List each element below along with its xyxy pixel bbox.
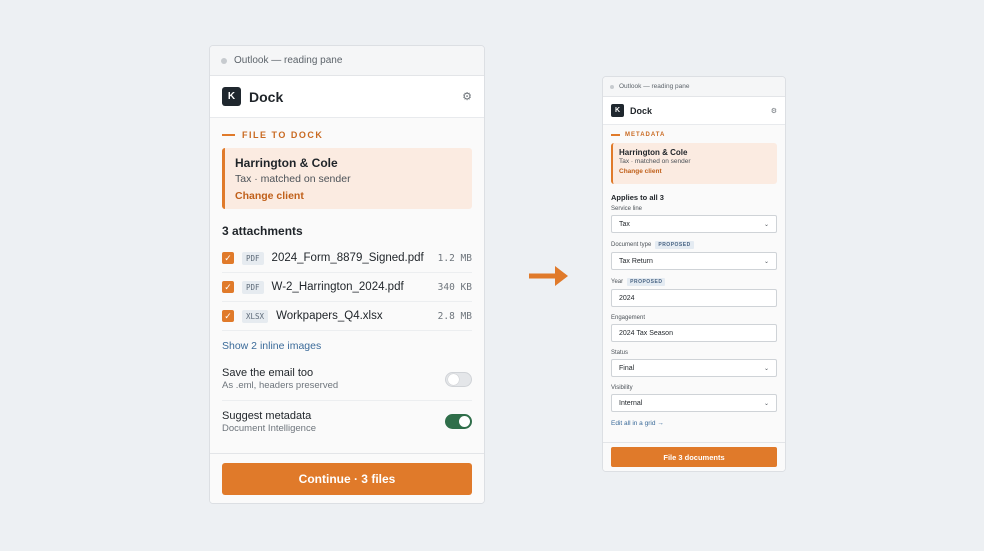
document-type-label: Document type PROPOSED — [611, 241, 777, 249]
panel-header: K Dock ⚙ — [210, 76, 484, 118]
client-name: Harrington & Cole — [619, 148, 688, 157]
attachment-row[interactable]: ✓ PDF 2024_Form_8879_Signed.pdf 1.2 MB — [222, 244, 472, 273]
field-label-text: Status — [611, 350, 629, 356]
file-documents-button[interactable]: File 3 documents — [611, 447, 777, 467]
toggle-subtitle: Document Intelligence — [222, 422, 316, 434]
toggle-knob — [459, 416, 470, 427]
panel-footer: File 3 documents — [603, 442, 785, 471]
visibility-label: Visibility — [611, 385, 777, 391]
dock-panel-metadata: Outlook — reading pane K Dock ⚙ METADATA… — [602, 76, 786, 472]
engagement-label: Engagement — [611, 315, 777, 321]
select-value: Internal — [619, 399, 643, 407]
panel-header: K Dock ⚙ — [603, 97, 785, 125]
attachments-title: 3 attachments — [222, 224, 303, 238]
window-dot-icon — [221, 57, 227, 64]
applies-to-all-heading: Applies to all 3 — [611, 193, 664, 202]
field-label-text: Engagement — [611, 315, 646, 321]
suggest-metadata-toggle-row: Suggest metadata Document Intelligence — [222, 400, 472, 442]
year-input[interactable]: 2024 — [611, 289, 777, 307]
field-label-text: Year — [611, 279, 624, 285]
panel-content: FILE TO DOCK Harrington & Cole Tax · mat… — [210, 118, 484, 503]
arrow-right-icon — [529, 266, 568, 286]
panel-footer: Continue · 3 files — [210, 453, 484, 503]
chrome-title: Outlook — reading pane — [619, 83, 690, 90]
file-name: 2024_Form_8879_Signed.pdf — [271, 252, 424, 264]
file-size: 2.8 MB — [437, 310, 472, 322]
status-select[interactable]: Final ⌄ — [611, 359, 777, 377]
dock-logo: K — [222, 87, 241, 106]
file-name: Workpapers_Q4.xlsx — [276, 310, 383, 322]
continue-button[interactable]: Continue · 3 files — [222, 463, 472, 495]
show-inline-images-link[interactable]: Show 2 inline images — [222, 340, 472, 352]
checkbox-checked-icon[interactable]: ✓ — [222, 281, 234, 293]
change-client-link[interactable]: Change client — [235, 190, 462, 202]
suggest-metadata-toggle[interactable] — [445, 414, 472, 429]
chrome-title: Outlook — reading pane — [234, 55, 343, 66]
service-line-label: Service line — [611, 206, 777, 212]
file-type-badge: XLSX — [242, 309, 269, 323]
select-value: Tax — [619, 220, 630, 228]
brand-name: Dock — [249, 88, 284, 105]
toggle-subtitle: As .eml, headers preserved — [222, 380, 339, 391]
checkbox-checked-icon[interactable]: ✓ — [222, 310, 234, 322]
change-client-link[interactable]: Change client — [619, 168, 771, 175]
window-dot-icon — [610, 84, 614, 89]
client-name: Harrington & Cole — [235, 156, 338, 170]
toggle-title: Save the email too — [222, 367, 314, 379]
field-label-text: Service line — [611, 206, 643, 212]
brand-name: Dock — [630, 105, 653, 116]
attachment-row[interactable]: ✓ XLSX Workpapers_Q4.xlsx 2.8 MB — [222, 302, 472, 331]
service-line-select[interactable]: Tax ⌄ — [611, 215, 777, 233]
panel-content: METADATA Harrington & Cole Tax · matched… — [603, 125, 785, 471]
input-value: 2024 Tax Season — [619, 329, 673, 337]
file-type-badge: PDF — [242, 280, 264, 294]
gear-icon[interactable]: ⚙ — [462, 90, 472, 103]
checkbox-checked-icon[interactable]: ✓ — [222, 252, 234, 264]
gear-icon[interactable]: ⚙ — [771, 107, 777, 115]
window-chrome: Outlook — reading pane — [210, 46, 484, 76]
section-dash — [222, 134, 235, 136]
attachment-row[interactable]: ✓ PDF W-2_Harrington_2024.pdf 340 KB — [222, 273, 472, 302]
dock-logo: K — [611, 104, 624, 117]
toggle-title: Suggest metadata — [222, 409, 312, 422]
proposed-badge: PROPOSED — [655, 241, 694, 249]
field-label-text: Visibility — [611, 385, 633, 391]
field-label-text: Document type — [611, 242, 652, 248]
visibility-select[interactable]: Internal ⌄ — [611, 394, 777, 412]
client-card: Harrington & Cole Tax · matched on sende… — [222, 148, 472, 209]
engagement-input[interactable]: 2024 Tax Season — [611, 324, 777, 342]
status-label: Status — [611, 350, 777, 356]
chevron-down-icon: ⌄ — [763, 365, 769, 372]
select-value: Tax Return — [619, 257, 653, 265]
document-type-select[interactable]: Tax Return ⌄ — [611, 252, 777, 270]
chevron-down-icon: ⌄ — [763, 258, 769, 265]
section-label-text: FILE TO DOCK — [242, 130, 324, 140]
file-name: W-2_Harrington_2024.pdf — [271, 281, 404, 293]
save-email-toggle[interactable] — [445, 371, 472, 387]
select-value: Final — [619, 364, 635, 372]
file-size: 1.2 MB — [437, 252, 472, 264]
chevron-down-icon: ⌄ — [763, 400, 769, 407]
file-size: 340 KB — [437, 281, 472, 293]
client-match-info: Tax · matched on sender — [619, 158, 691, 165]
window-chrome: Outlook — reading pane — [603, 77, 785, 97]
file-type-badge: PDF — [242, 251, 264, 265]
chevron-down-icon: ⌄ — [763, 221, 769, 228]
toggle-knob — [448, 373, 459, 385]
input-value: 2024 — [619, 294, 635, 302]
section-label-text: METADATA — [625, 132, 666, 138]
client-card: Harrington & Cole Tax · matched on sende… — [611, 143, 777, 184]
section-label: FILE TO DOCK — [222, 130, 472, 140]
section-label: METADATA — [611, 132, 777, 138]
dock-panel-file: Outlook — reading pane K Dock ⚙ FILE TO … — [209, 45, 485, 504]
section-dash — [611, 134, 620, 136]
year-label: Year PROPOSED — [611, 278, 777, 286]
edit-in-grid-link[interactable]: Edit all in a grid → — [611, 420, 777, 427]
proposed-badge: PROPOSED — [627, 278, 666, 286]
client-match-info: Tax · matched on sender — [235, 173, 351, 185]
save-email-toggle-row: Save the email too As .eml, headers pres… — [222, 358, 472, 400]
